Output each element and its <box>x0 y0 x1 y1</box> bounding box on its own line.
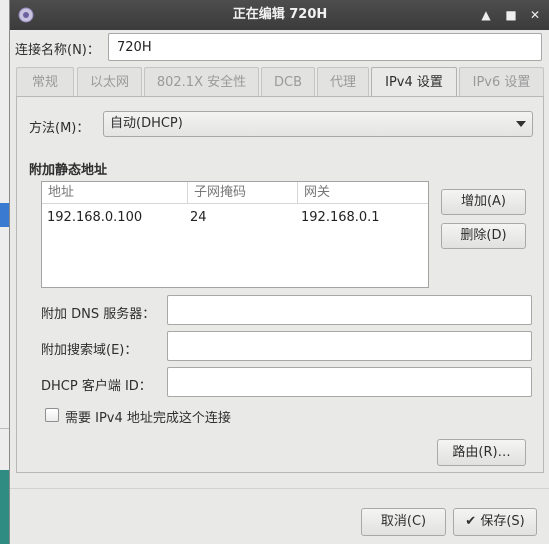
method-value: 自动(DHCP) <box>110 116 183 131</box>
dhcp-client-id-input[interactable] <box>167 367 532 397</box>
static-addresses-heading: 附加静态地址 <box>29 163 108 178</box>
ipv4-settings-panel: 方法(M)： 自动(DHCP) 附加静态地址 地址 子网掩码 网关 192.16… <box>16 96 544 473</box>
tab-dcb[interactable]: DCB <box>261 67 315 96</box>
window-title: 正在编辑 720H <box>232 7 328 22</box>
titlebar[interactable]: 正在编辑 720H ▲ ■ ✕ <box>10 0 549 30</box>
cell-address[interactable]: 192.168.0.100 <box>47 207 142 229</box>
search-domains-input[interactable] <box>167 331 532 361</box>
edit-connection-dialog: 正在编辑 720H ▲ ■ ✕ 连接名称(N)： 常规 以太网 802.1X 安… <box>9 0 549 544</box>
dhcp-client-id-label: DHCP 客户端 ID： <box>41 379 152 394</box>
require-ipv4-label[interactable]: 需要 IPv4 地址完成这个连接 <box>65 407 231 426</box>
tab-proxy[interactable]: 代理 <box>317 67 369 96</box>
dropdown-arrow-icon <box>516 121 526 127</box>
require-ipv4-checkbox[interactable] <box>45 408 59 422</box>
column-header-gateway[interactable]: 网关 <box>297 182 428 204</box>
save-label: 保存(S) <box>480 514 525 529</box>
close-icon[interactable]: ✕ <box>526 6 544 24</box>
connection-name-label: 连接名称(N)： <box>15 43 100 58</box>
tab-general[interactable]: 常规 <box>16 67 74 96</box>
connection-name-input[interactable] <box>108 33 542 61</box>
roll-up-icon[interactable]: ▲ <box>477 6 495 24</box>
column-header-address[interactable]: 地址 <box>42 182 187 204</box>
tab-ipv6-settings[interactable]: IPv6 设置 <box>459 67 544 96</box>
cancel-button[interactable]: 取消(C) <box>361 508 446 536</box>
method-label: 方法(M)： <box>29 121 90 136</box>
dns-servers-input[interactable] <box>167 295 532 325</box>
routes-button[interactable]: 路由(R)… <box>437 439 526 466</box>
tab-8021x-security[interactable]: 802.1X 安全性 <box>144 67 259 96</box>
footer-divider <box>10 488 549 489</box>
column-header-netmask[interactable]: 子网掩码 <box>187 182 297 204</box>
cell-netmask[interactable]: 24 <box>190 207 207 229</box>
save-button[interactable]: ✔ 保存(S) <box>453 508 537 536</box>
add-address-button[interactable]: 增加(A) <box>441 189 526 215</box>
cell-gateway[interactable]: 192.168.0.1 <box>301 207 380 229</box>
maximize-icon[interactable]: ■ <box>502 6 520 24</box>
tab-ethernet[interactable]: 以太网 <box>77 67 142 96</box>
checkmark-icon: ✔ <box>465 514 477 529</box>
tab-ipv4-settings[interactable]: IPv4 设置 <box>371 67 457 98</box>
method-dropdown[interactable]: 自动(DHCP) <box>103 111 533 137</box>
dns-servers-label: 附加 DNS 服务器： <box>41 307 156 322</box>
static-address-table[interactable]: 地址 子网掩码 网关 192.168.0.100 24 192.168.0.1 <box>41 181 429 288</box>
search-domains-label: 附加搜索域(E)： <box>41 343 138 358</box>
delete-address-button[interactable]: 删除(D) <box>441 223 526 249</box>
